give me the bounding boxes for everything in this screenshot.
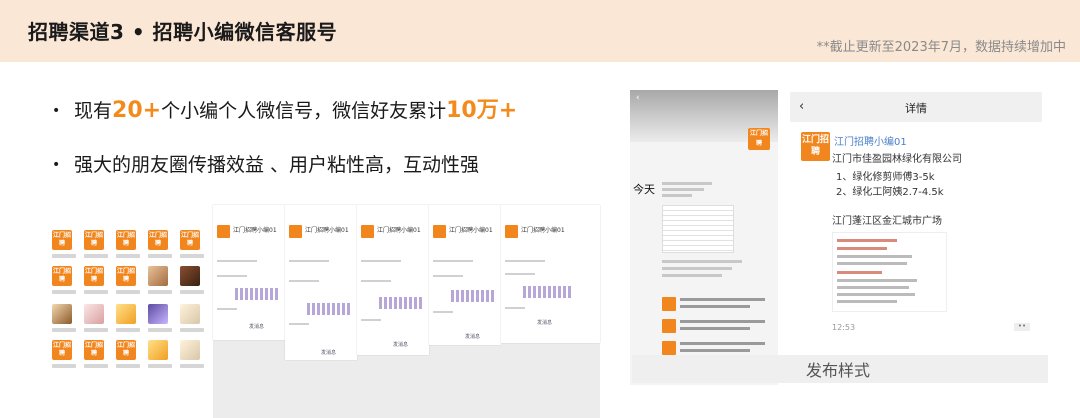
more-icon: ••	[1014, 323, 1030, 331]
slide-title: 招聘渠道3 • 招聘小编微信客服号	[28, 20, 338, 44]
today-label: 今天	[633, 183, 655, 196]
profile-card: 江门招聘小编01 发消息	[501, 205, 600, 343]
profile-card: 江门招聘小编01 发消息	[213, 205, 285, 340]
profile-name: 江门招聘小编01	[521, 227, 565, 234]
back-arrow-icon: ‹	[636, 93, 640, 103]
job-poster-image	[832, 232, 947, 312]
avatar: 江门招聘	[116, 340, 136, 360]
profile-name: 江门招聘小编01	[449, 227, 493, 234]
highlight-friend-count: 10万+	[446, 98, 518, 123]
job-line-1: 1、绿化修剪师傅3-5k	[836, 172, 935, 183]
avatar: 江门招聘	[180, 230, 200, 250]
avatar: 江门招聘	[84, 340, 104, 360]
avatar: 江门招聘	[52, 266, 72, 286]
post-time: 12:53	[832, 323, 856, 332]
profile-screenshots: 江门招聘小编01 发消息 江门招聘小编01 发消息 江门招聘小编01 发消息 江…	[213, 205, 600, 418]
avatar: 江门招聘	[116, 230, 136, 250]
detail-title: 详情	[905, 102, 927, 115]
logo-icon	[662, 341, 676, 355]
message-button: 发消息	[465, 334, 481, 340]
bullet-text-pre: 现有	[74, 100, 113, 122]
profile-name: 江门招聘小编01	[377, 227, 421, 234]
avatar: 江门招聘	[84, 266, 104, 286]
post-image	[662, 205, 734, 253]
poster-name: 江门招聘小编01	[834, 137, 907, 148]
profile-name: 江门招聘小编01	[233, 227, 277, 234]
profile-card: 江门招聘小编01 发消息	[429, 205, 501, 345]
logo-icon: 江门招聘	[748, 128, 770, 150]
avatar	[84, 304, 104, 324]
company-name: 江门市佳盈园林绿化有限公司	[832, 154, 962, 165]
moments-screenshot: ‹ 江门招聘 今天	[630, 90, 778, 385]
post-detail-screenshot: ‹ 详情 江门招聘 江门招聘小编01 江门市佳盈园林绿化有限公司 1、绿化修剪师…	[790, 92, 1042, 340]
avatar: 江门招聘	[84, 230, 104, 250]
update-note: **截止更新至2023年7月，数据持续增加中	[816, 40, 1066, 55]
logo-icon	[217, 225, 230, 238]
avatar: 江门招聘	[52, 230, 72, 250]
avatar: 江门招聘	[116, 266, 136, 286]
logo-icon: 江门招聘	[801, 132, 830, 161]
wechat-avatar-grid: 江门招聘 江门招聘 江门招聘 江门招聘 江门招聘 江门招聘 江门招聘 江门招聘 …	[52, 230, 207, 370]
slide-header: 招聘渠道3 • 招聘小编微信客服号 **截止更新至2023年7月，数据持续增加中	[0, 0, 1080, 62]
bullet-dot: •	[52, 103, 61, 119]
bullet-dot: •	[52, 157, 61, 173]
logo-icon	[433, 225, 446, 238]
profile-card: 江门招聘小编01 发消息	[285, 205, 357, 360]
avatar: 江门招聘	[148, 230, 168, 250]
message-button: 发消息	[393, 342, 409, 348]
avatar	[180, 340, 200, 360]
job-line-2: 2、绿化工阿姨2.7-4.5k	[836, 187, 944, 198]
job-location: 江门蓬江区金汇城市广场	[832, 216, 942, 227]
logo-icon	[505, 225, 518, 238]
profile-name: 江门招聘小编01	[305, 227, 349, 234]
highlight-account-count: 20+	[112, 98, 162, 123]
avatar	[116, 304, 136, 324]
profile-card: 江门招聘小编01 发消息	[357, 205, 429, 355]
logo-icon	[289, 225, 302, 238]
bullet-text: 强大的朋友圈传播效益 、用户粘性高，互动性强	[74, 154, 480, 176]
avatar	[148, 304, 168, 324]
avatar	[180, 304, 200, 324]
avatar	[52, 304, 72, 324]
logo-icon	[662, 297, 676, 311]
avatar: 江门招聘	[52, 340, 72, 360]
avatar	[180, 266, 200, 286]
avatar	[148, 266, 168, 286]
avatar	[148, 340, 168, 360]
message-button: 发消息	[537, 320, 553, 326]
message-button: 发消息	[249, 324, 265, 330]
message-button: 发消息	[321, 350, 337, 356]
publish-style-caption: 发布样式	[806, 361, 871, 380]
bullet-wechat-accounts: • 现有20+个小编个人微信号，微信好友累计10万+	[52, 92, 517, 124]
logo-icon	[662, 319, 676, 333]
bullet-moments-benefit: • 强大的朋友圈传播效益 、用户粘性高，互动性强	[52, 150, 479, 177]
bullet-text-mid: 个小编个人微信号，微信好友累计	[161, 100, 447, 122]
logo-icon	[361, 225, 374, 238]
